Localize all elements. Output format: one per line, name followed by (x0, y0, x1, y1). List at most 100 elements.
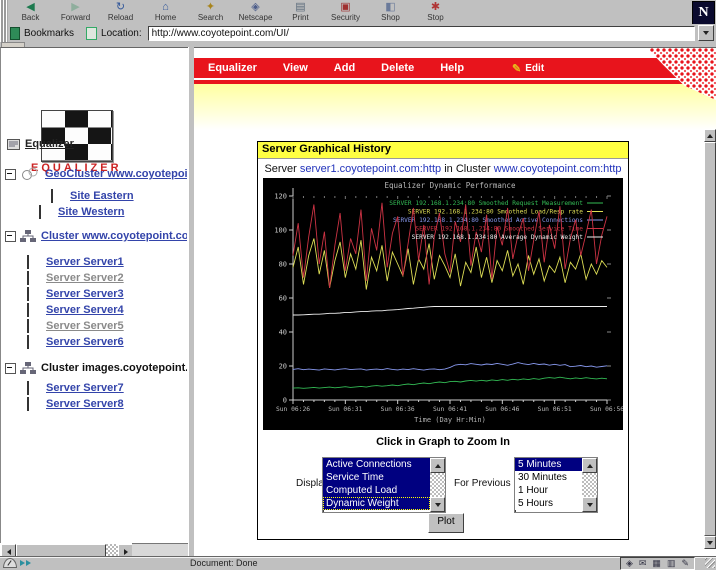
tree-expand-box[interactable] (5, 231, 16, 242)
chevron-up-icon (587, 464, 593, 468)
performance-graph[interactable]: Equalizer Dynamic Performance02040608010… (263, 178, 623, 430)
navigator-icon[interactable]: ◈ (626, 558, 633, 568)
sidebar-item-server2[interactable]: Server Server2 (5, 270, 187, 286)
option-1-hour[interactable]: 1 Hour (515, 484, 582, 497)
server-link[interactable]: server1.coyotepoint.com:http (300, 163, 441, 175)
home-icon: ⌂ (162, 2, 169, 13)
menu-item-edit[interactable]: ✎ Edit (512, 62, 544, 75)
listbox-scrollbar[interactable] (582, 458, 597, 512)
menu-item-help[interactable]: Help (440, 62, 464, 74)
scroll-up-button[interactable] (430, 458, 445, 473)
bookmarks-button[interactable]: Bookmarks (24, 28, 74, 39)
menu-item-delete[interactable]: Delete (381, 62, 414, 74)
tree-expand-box[interactable] (5, 169, 16, 180)
security-status-icon[interactable] (3, 558, 17, 568)
location-proxy-icon[interactable] (86, 27, 97, 40)
sidebar-item-label[interactable]: Site Western (58, 206, 124, 218)
menu-item-add[interactable]: Add (334, 62, 355, 74)
content-vertical-scrollbar[interactable] (704, 129, 716, 549)
sidebar-item-label[interactable]: Equalizer (25, 138, 74, 150)
plot-button[interactable]: Plot (428, 513, 464, 533)
newsgroups-icon[interactable]: ▦ (652, 558, 661, 568)
sidebar-item-server6[interactable]: Server Server6 (5, 334, 187, 350)
scrollbar-track[interactable] (582, 473, 597, 497)
security-button[interactable]: ▣ Security (323, 0, 368, 24)
svg-text:80: 80 (279, 261, 287, 269)
stop-button[interactable]: ✱ Stop (413, 0, 458, 24)
scrollbar-track[interactable] (430, 473, 445, 497)
option-service-time[interactable]: Service Time (323, 471, 430, 484)
reload-label: Reload (108, 13, 133, 22)
option-dynamic-weight[interactable]: Dynamic Weight (323, 497, 430, 510)
window-resize-grip[interactable] (705, 558, 715, 568)
reload-button[interactable]: ↻ Reload (98, 0, 143, 24)
svg-text:SERVER 192.168.1.234:80 Smooth: SERVER 192.168.1.234:80 Smoothed Service… (415, 226, 583, 233)
svg-text:Equalizer Dynamic Performance: Equalizer Dynamic Performance (385, 181, 516, 190)
menu-item-view[interactable]: View (283, 62, 308, 74)
sidebar-item-server1[interactable]: Server Server1 (5, 254, 187, 270)
netscape-label: Netscape (239, 13, 273, 22)
sidebar-item-label[interactable]: Server Server6 (46, 336, 124, 348)
search-button[interactable]: ✦ Search (188, 0, 233, 24)
sidebar-item-label[interactable]: GeoCluster www.coyotepoint.com (45, 168, 187, 180)
cluster-link[interactable]: www.coyotepoint.com:http (494, 163, 622, 175)
inbox-icon[interactable]: ✉ (639, 558, 647, 568)
reload-icon: ↻ (116, 2, 125, 13)
sidebar-item-cluster-www[interactable]: Cluster www.coyotepoint.com:http (5, 228, 187, 244)
sidebar-item-label[interactable]: Server Server1 (46, 256, 124, 268)
sidebar-item-label[interactable]: Server Server3 (46, 288, 124, 300)
sidebar-item-label[interactable]: Server Server4 (46, 304, 124, 316)
computer-icon (27, 256, 40, 268)
shop-button[interactable]: ◧ Shop (368, 0, 413, 24)
sidebar-item-label[interactable]: Server Server7 (46, 382, 124, 394)
sidebar-item-cluster-images[interactable]: Cluster images.coyotepoint.com: (5, 360, 187, 376)
sidebar-item-equalizer-root[interactable]: Equalizer (5, 136, 187, 152)
sidebar-item-label[interactable]: Site Eastern (70, 190, 134, 202)
scroll-down-button[interactable] (430, 497, 445, 512)
netscape-logo[interactable]: N (692, 1, 715, 25)
svg-text:0: 0 (283, 397, 287, 405)
scroll-down-button[interactable] (582, 497, 597, 512)
scroll-down-button[interactable] (704, 536, 716, 549)
sidebar-item-server8[interactable]: Server Server8 (5, 396, 187, 412)
tree-expand-box[interactable] (5, 363, 16, 374)
sidebar-item-server4[interactable]: Server Server4 (5, 302, 187, 318)
computer-icon (27, 336, 40, 348)
locbar-grip[interactable] (0, 24, 8, 42)
sidebar-item-label[interactable]: Server Server2 (46, 272, 124, 284)
sidebar-item-site-eastern[interactable]: Site Eastern (5, 188, 187, 204)
sidebar-item-label[interactable]: Server Server8 (46, 398, 124, 410)
sidebar-item-label[interactable]: Cluster www.coyotepoint.com:http (41, 230, 187, 242)
option-30-minutes[interactable]: 30 Minutes (515, 471, 582, 484)
sidebar-item-server7[interactable]: Server Server7 (5, 380, 187, 396)
scroll-up-button[interactable] (704, 129, 716, 142)
scrollbar-thumb[interactable] (704, 142, 716, 536)
url-input[interactable]: http://www.coyotepoint.com/UI/ (148, 26, 695, 41)
option-active-connections[interactable]: Active Connections (323, 458, 430, 471)
url-dropdown-button[interactable] (698, 25, 714, 41)
listbox-scrollbar[interactable] (430, 458, 445, 512)
computer-icon (27, 272, 40, 284)
option-5-hours[interactable]: 5 Hours (515, 497, 582, 510)
menu-item-equalizer[interactable]: Equalizer (208, 62, 257, 74)
sidebar-item-label[interactable]: Server Server5 (46, 320, 124, 332)
option-5-minutes[interactable]: 5 Minutes (515, 458, 582, 471)
back-button[interactable]: ◀ Back (8, 0, 53, 24)
option-computed-load[interactable]: Computed Load (323, 484, 430, 497)
sidebar-item-site-western[interactable]: Site Western (5, 204, 187, 220)
display-listbox[interactable]: Active Connections Service Time Computed… (322, 457, 446, 513)
composer-icon[interactable]: ✎ (681, 558, 689, 568)
sidebar-item-server5[interactable]: Server Server5 (5, 318, 187, 334)
home-button[interactable]: ⌂ Home (143, 0, 188, 24)
sidebar-item-server3[interactable]: Server Server3 (5, 286, 187, 302)
netscape-button[interactable]: ◈ Netscape (233, 0, 278, 24)
chevron-up-icon (435, 464, 441, 468)
forward-button[interactable]: ▶ Forward (53, 0, 98, 24)
toolbar-grip[interactable] (0, 0, 8, 24)
browser-toolbar: ◀ Back ▶ Forward ↻ Reload ⌂ Home ✦ Searc… (0, 0, 716, 25)
addressbook-icon[interactable]: ▥ (667, 558, 676, 568)
scroll-up-button[interactable] (582, 458, 597, 473)
previous-listbox[interactable]: 5 Minutes 30 Minutes 1 Hour 5 Hours (514, 457, 598, 513)
print-button[interactable]: ▤ Print (278, 0, 323, 24)
sidebar-item-geocluster[interactable]: GeoCluster www.coyotepoint.com (5, 166, 187, 182)
